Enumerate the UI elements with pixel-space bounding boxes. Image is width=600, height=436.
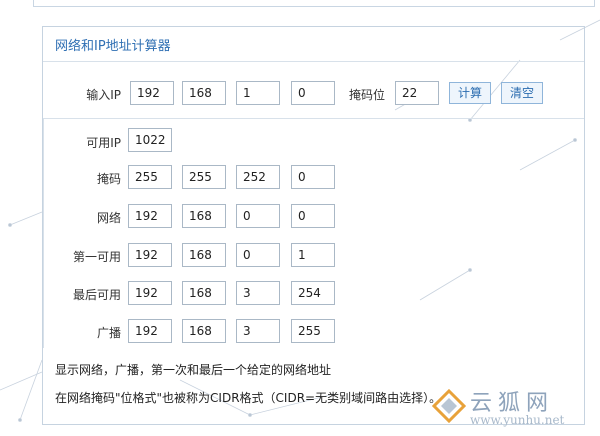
last-usable-octet-1: 192 (128, 281, 172, 305)
section-divider (43, 118, 584, 119)
last-usable-octet-4: 254 (291, 281, 335, 305)
mask-octet-2: 255 (182, 165, 226, 189)
ip-octet-4-input[interactable]: 0 (291, 81, 335, 105)
top-border-strip (33, 0, 595, 7)
broadcast-octet-3: 3 (236, 319, 280, 343)
available-ip-label: 可用IP (86, 136, 121, 150)
calculate-button[interactable]: 计算 (449, 82, 491, 104)
broadcast-octet-4: 255 (291, 319, 335, 343)
last-usable-row-label: 最后可用 (72, 288, 121, 302)
network-octet-1: 192 (128, 204, 172, 228)
site-watermark: 云狐网 www.yunhu.net (432, 383, 597, 433)
broadcast-octet-2: 168 (182, 319, 226, 343)
first-usable-octet-2: 168 (182, 243, 226, 267)
description-line-1: 显示网络，广播，第一次和最后一个给定的网络地址 (55, 363, 332, 377)
first-usable-row-label: 第一可用 (72, 250, 121, 264)
network-octet-3: 0 (236, 204, 280, 228)
mask-octet-1: 255 (128, 165, 172, 189)
first-usable-octet-1: 192 (128, 243, 172, 267)
network-octet-2: 168 (182, 204, 226, 228)
first-usable-octet-3: 0 (236, 243, 280, 267)
broadcast-row-label: 广播 (96, 326, 121, 340)
mask-row-label: 掩码 (96, 172, 121, 186)
ip-octet-1-input[interactable]: 192 (130, 81, 174, 105)
left-rule (43, 118, 44, 348)
mask-bits-input[interactable]: 22 (395, 81, 439, 105)
network-octet-4: 0 (291, 204, 335, 228)
ip-calculator-panel: 网络和IP地址计算器 输入IP 192 168 1 0 掩码位 22 计算 清空… (42, 26, 585, 425)
panel-title: 网络和IP地址计算器 (43, 27, 584, 62)
description-line-2: 在网络掩码"位格式"也被称为CIDR格式（CIDR=无类别域间路由选择）。 (55, 391, 442, 405)
input-ip-label: 输入IP (86, 88, 121, 102)
network-row-label: 网络 (96, 211, 121, 225)
first-usable-octet-4: 1 (291, 243, 335, 267)
available-ip-value: 1022 (128, 128, 172, 152)
clear-button[interactable]: 清空 (501, 82, 543, 104)
last-usable-octet-2: 168 (182, 281, 226, 305)
watermark-url: www.yunhu.net (470, 413, 565, 427)
broadcast-octet-1: 192 (128, 319, 172, 343)
mask-bits-label: 掩码位 (348, 88, 385, 102)
ip-octet-3-input[interactable]: 1 (236, 81, 280, 105)
watermark-logo-icon (432, 389, 466, 423)
mask-octet-4: 0 (291, 165, 335, 189)
ip-octet-2-input[interactable]: 168 (182, 81, 226, 105)
last-usable-octet-3: 3 (236, 281, 280, 305)
mask-octet-3: 252 (236, 165, 280, 189)
